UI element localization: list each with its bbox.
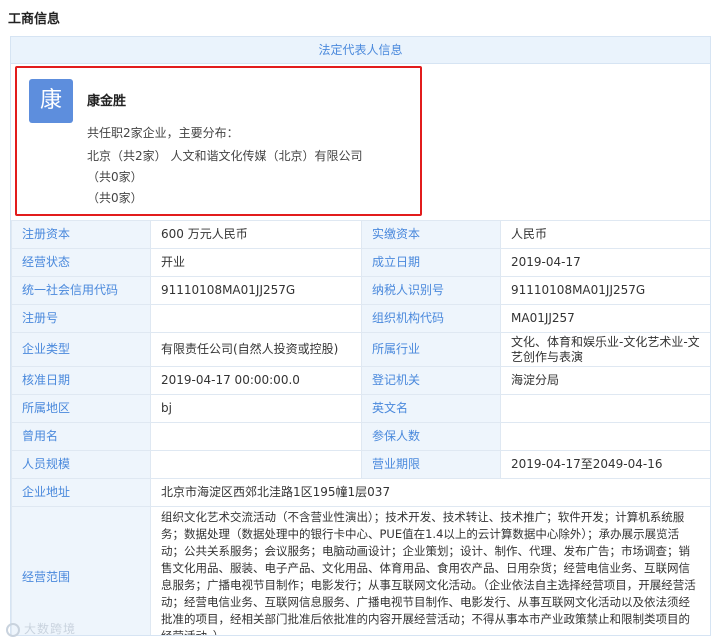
business-info-table: 注册资本 600 万元人民币 实缴资本 人民币 经营状态 开业 成立日期 201… [11, 220, 710, 635]
field-value: 组织文化艺术交流活动（不含营业性演出）；技术开发、技术转让、技术推广；软件开发；… [150, 506, 710, 635]
watermark-logo-icon [6, 622, 20, 637]
field-value [150, 422, 362, 451]
field-value: bj [150, 394, 362, 423]
field-value [150, 304, 362, 333]
field-label: 企业地址 [11, 478, 151, 507]
table-row: 曾用名 参保人数 [11, 422, 710, 451]
table-row: 核准日期 2019-04-17 00:00:00.0 登记机关 海淀分局 [11, 366, 710, 395]
field-label: 曾用名 [11, 422, 151, 451]
field-label: 登记机关 [361, 366, 501, 395]
table-row: 注册资本 600 万元人民币 实缴资本 人民币 [11, 220, 710, 249]
field-label: 经营范围 [11, 506, 151, 635]
field-value [500, 422, 710, 451]
legal-rep-region-line: （共0家） [87, 191, 143, 205]
avatar: 康 [29, 79, 73, 123]
field-value: 有限责任公司(自然人投资或控股) [150, 332, 362, 367]
field-value: 2019-04-17 00:00:00.0 [150, 366, 362, 395]
field-label: 统一社会信用代码 [11, 276, 151, 305]
field-label: 实缴资本 [361, 220, 501, 249]
legal-rep-name[interactable]: 康金胜 [87, 90, 126, 109]
field-label: 营业期限 [361, 450, 501, 479]
watermark: 大数跨境 [6, 620, 76, 637]
field-value: MA01JJ257 [500, 304, 710, 333]
table-row: 注册号 组织机构代码 MA01JJ257 [11, 304, 710, 333]
field-value: 北京市海淀区西郊北洼路1区195幢1层037 [150, 478, 710, 507]
field-label: 纳税人识别号 [361, 276, 501, 305]
field-label: 企业类型 [11, 332, 151, 367]
table-row: 人员规模 营业期限 2019-04-17至2049-04-16 [11, 450, 710, 479]
field-label: 核准日期 [11, 366, 151, 395]
legal-rep-summary: 共任职2家企业，主要分布： [87, 126, 239, 140]
table-row: 经营范围 组织文化艺术交流活动（不含营业性演出）；技术开发、技术转让、技术推广；… [11, 506, 710, 635]
table-row: 企业类型 有限责任公司(自然人投资或控股) 所属行业 文化、体育和娱乐业-文化艺… [11, 332, 710, 367]
field-label: 注册资本 [11, 220, 151, 249]
field-label: 所属地区 [11, 394, 151, 423]
field-label: 所属行业 [361, 332, 501, 367]
legal-rep-card: 康 康金胜 共任职2家企业，主要分布： 北京（共2家） 人文和谐文化传媒（北京）… [15, 66, 422, 216]
field-label: 参保人数 [361, 422, 501, 451]
field-value: 91110108MA01JJ257G [500, 276, 710, 305]
business-info-panel: 法定代表人信息 康 康金胜 共任职2家企业，主要分布： 北京（共2家） 人文和谐… [10, 36, 711, 636]
field-value: 文化、体育和娱乐业-文化艺术业-文艺创作与表演 [500, 332, 710, 367]
legal-rep-region-line: （共0家） [87, 170, 143, 184]
field-label: 英文名 [361, 394, 501, 423]
field-value: 91110108MA01JJ257G [150, 276, 362, 305]
section-title: 工商信息 [8, 12, 61, 27]
table-row: 企业地址 北京市海淀区西郊北洼路1区195幢1层037 [11, 478, 710, 507]
field-value: 人民币 [500, 220, 710, 249]
field-label: 人员规模 [11, 450, 151, 479]
field-value: 海淀分局 [500, 366, 710, 395]
field-value: 2019-04-17至2049-04-16 [500, 450, 710, 479]
field-label: 组织机构代码 [361, 304, 501, 333]
table-row: 所属地区 bj 英文名 [11, 394, 710, 423]
table-row: 统一社会信用代码 91110108MA01JJ257G 纳税人识别号 91110… [11, 276, 710, 305]
field-label: 成立日期 [361, 248, 501, 277]
field-value: 2019-04-17 [500, 248, 710, 277]
watermark-text: 大数跨境 [24, 622, 77, 636]
field-label: 经营状态 [11, 248, 151, 277]
field-value [150, 450, 362, 479]
table-row: 经营状态 开业 成立日期 2019-04-17 [11, 248, 710, 277]
field-value: 开业 [150, 248, 362, 277]
field-value: 600 万元人民币 [150, 220, 362, 249]
legal-rep-company-line[interactable]: 北京（共2家） 人文和谐文化传媒（北京）有限公司 [87, 147, 362, 164]
field-label: 注册号 [11, 304, 151, 333]
field-value [500, 394, 710, 423]
legal-rep-header: 法定代表人信息 [11, 37, 710, 64]
